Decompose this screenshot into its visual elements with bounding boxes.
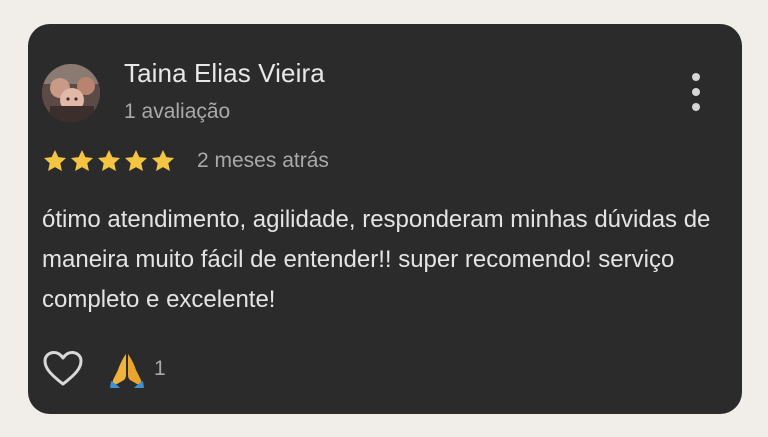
- star-icon: [96, 148, 122, 174]
- like-button[interactable]: [42, 350, 84, 388]
- reaction-button[interactable]: 1: [108, 350, 166, 388]
- star-icon: [42, 148, 68, 174]
- avatar[interactable]: [42, 64, 100, 122]
- heart-outline-icon: [43, 351, 83, 386]
- author-name[interactable]: Taina Elias Vieira: [124, 58, 325, 89]
- star-icon: [150, 148, 176, 174]
- review-date: 2 meses atrás: [197, 149, 329, 172]
- star-icon: [69, 148, 95, 174]
- star-rating: [42, 148, 176, 174]
- more-options-button[interactable]: [680, 68, 712, 116]
- author-review-count: 1 avaliação: [124, 100, 231, 123]
- review-card: Taina Elias Vieira 1 avaliação 2 meses a…: [28, 24, 742, 414]
- review-text: ótimo atendimento, agilidade, respondera…: [42, 206, 711, 313]
- reaction-count: 1: [154, 357, 166, 380]
- more-vert-icon: [692, 73, 700, 81]
- star-icon: [123, 148, 149, 174]
- praying-hands-emoji: [110, 354, 144, 388]
- avatar-photo: [42, 64, 100, 122]
